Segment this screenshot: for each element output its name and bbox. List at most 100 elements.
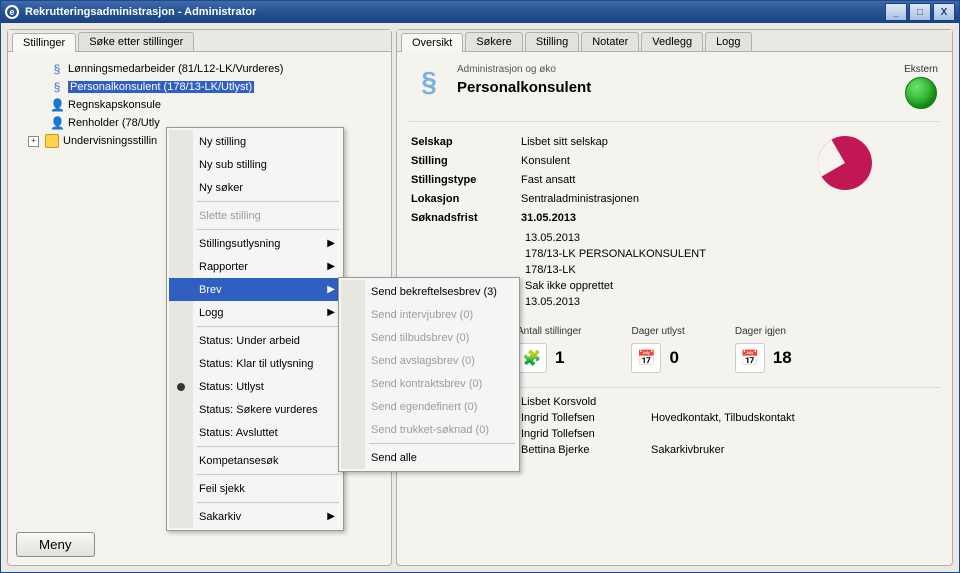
menu-item-label: Feil sjekk [199,483,245,495]
menu-item[interactable]: Stillingsutlysning▶ [169,232,341,255]
menu-item[interactable]: Sakarkiv▶ [169,505,341,528]
app-icon: e [5,5,19,19]
calendar-down-icon: 📅 [735,343,765,373]
menu-item-label: Ny sub stilling [199,159,267,171]
minimize-button[interactable]: _ [885,3,907,21]
stat-value: 1 [555,348,564,368]
external-label: Ekstern [904,64,938,75]
field-value: 31.05.2013 [521,212,818,224]
menu-item-label: Sakarkiv [199,511,241,523]
submenu-item[interactable]: Send alle [341,446,517,469]
application-window: e Rekrutteringsadministrasjon - Administ… [0,0,960,573]
tree-label: Lønningsmedarbeider (81/L12-LK/Vurderes) [68,63,283,75]
category-label: Administrasjon og øko [457,64,904,75]
detail-row: 13.05.2013 [525,294,938,310]
menu-item[interactable]: Rapporter▶ [169,255,341,278]
handler-extra [651,396,871,408]
submenu-item-label: Send intervjubrev (0) [371,309,473,321]
field-key: Stilling [411,155,521,167]
left-panel: Stillinger Søke etter stillinger § Lønni… [7,29,392,566]
submenu-item: Send avslagsbrev (0) [341,349,517,372]
meny-button[interactable]: Meny [16,532,95,557]
field-key: Stillingstype [411,174,521,186]
menu-item-label: Status: Avsluttet [199,427,278,439]
tree-row[interactable]: 👤 Regnskapskonsule [14,96,389,114]
tab-logg[interactable]: Logg [705,32,751,51]
titlebar: e Rekrutteringsadministrasjon - Administ… [1,1,959,23]
menu-item-label: Slette stilling [199,210,261,222]
tab-vedlegg[interactable]: Vedlegg [641,32,703,51]
stat-antall: Antall stillinger 🧩1 [517,326,581,373]
menu-item-label: Kompetansesøk [199,455,278,467]
tab-stilling[interactable]: Stilling [525,32,579,51]
menu-item-label: Rapporter [199,261,248,273]
external-badge: Ekstern [904,64,938,109]
menu-item[interactable]: Brev▶ [169,278,341,301]
menu-item[interactable]: Status: Søkere vurderes [169,398,341,421]
submenu-item-label: Send avslagsbrev (0) [371,355,475,367]
stat-value: 0 [669,348,678,368]
menu-item[interactable]: Kompetansesøk [169,449,341,472]
stat-label: Dager utlyst [631,326,684,337]
menu-item-label: Status: Utlyst [199,381,264,393]
menu-item-label: Logg [199,307,223,319]
submenu-item-label: Send kontraktsbrev (0) [371,378,482,390]
tab-notater[interactable]: Notater [581,32,639,51]
menu-item[interactable]: Status: Under arbeid [169,329,341,352]
field-value: Konsulent [521,155,818,167]
left-tabbar: Stillinger Søke etter stillinger [8,30,391,52]
menu-item[interactable]: Logg ▶ [169,301,341,324]
tab-sokere[interactable]: Søkere [465,32,522,51]
stat-label: Antall stillinger [517,326,581,337]
menu-item-label: Stillingsutlysning [199,238,280,250]
stat-value: 18 [773,348,792,368]
pie-chart-icon [818,136,872,190]
tree-row[interactable]: § Lønningsmedarbeider (81/L12-LK/Vurdere… [14,60,389,78]
menu-item[interactable]: Ny sub stilling [169,153,341,176]
chevron-right-icon: ▶ [327,284,335,295]
person-icon: 👤 [50,116,64,130]
field-key: Søknadsfrist [411,212,521,224]
detail-row: 178/13-LK [525,262,938,278]
menu-item: Slette stilling [169,204,341,227]
section-icon: § [50,62,64,76]
tab-oversikt[interactable]: Oversikt [401,33,463,52]
menu-item[interactable]: Feil sjekk [169,477,341,500]
tree-label: Renholder (78/Utly [68,117,160,129]
submenu-item[interactable]: Send bekreftelsesbrev (3) [341,280,517,303]
chevron-right-icon: ▶ [327,307,335,318]
field-value: Sentraladministrasjonen [521,193,818,205]
menu-item[interactable]: Status: Klar til utlysning [169,352,341,375]
submenu-item: Send trukket-søknad (0) [341,418,517,441]
tree-row[interactable]: § Personalkonsulent (178/13-LK/Utlyst) [14,78,389,96]
menu-item[interactable]: Ny stilling [169,130,341,153]
expand-icon[interactable]: + [28,136,39,147]
field-key: Lokasjon [411,193,521,205]
menu-item[interactable]: Ny søker [169,176,341,199]
menu-item[interactable]: Status: Avsluttet [169,421,341,444]
submenu-item-label: Send egendefinert (0) [371,401,477,413]
context-submenu: Send bekreftelsesbrev (3) Send intervjubr… [338,277,520,472]
handler-name: Ingrid Tollefsen [521,412,651,424]
tab-soke-etter[interactable]: Søke etter stillinger [78,32,194,51]
maximize-button[interactable]: □ [909,3,931,21]
menu-item[interactable]: Status: Utlyst [169,375,341,398]
close-button[interactable]: X [933,3,955,21]
position-title: Personalkonsulent [457,75,904,96]
section-icon: § [50,80,64,94]
handler-name: Bettina Bjerke [521,444,651,456]
menu-item-label: Status: Under arbeid [199,335,300,347]
tree-label: Personalkonsulent (178/13-LK/Utlyst) [68,81,254,93]
section-icon: § [411,64,447,100]
tree-label: Undervisningsstillin [63,135,157,147]
stat-igjen: Dager igjen 📅18 [735,326,792,373]
info-grid: Selskap Lisbet sitt selskap Stilling Kon… [397,126,952,228]
tree-label: Regnskapskonsule [68,99,161,111]
right-tabbar: Oversikt Søkere Stilling Notater Vedlegg… [397,30,952,52]
tab-stillinger[interactable]: Stillinger [12,33,76,52]
menu-item-label: Ny stilling [199,136,246,148]
detail-row: 13.05.2013 [525,230,938,246]
menu-item-label: Status: Klar til utlysning [199,358,313,370]
detail-row: 178/13-LK PERSONALKONSULENT [525,246,938,262]
submenu-item: Send kontraktsbrev (0) [341,372,517,395]
